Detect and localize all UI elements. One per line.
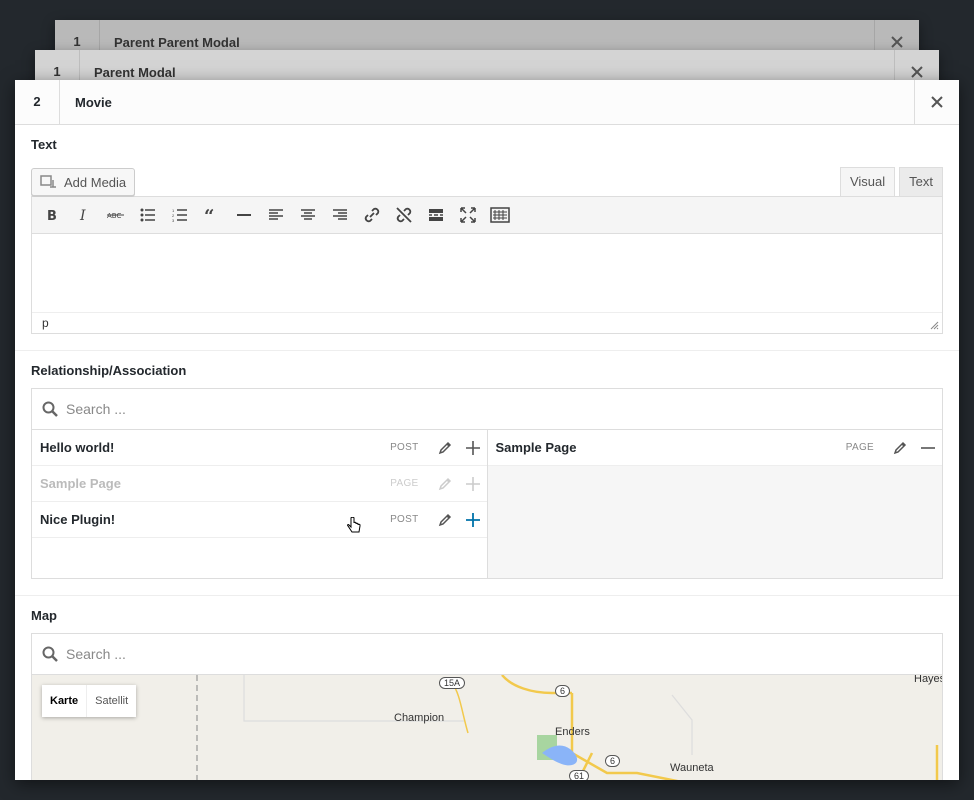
movie-modal: 2 Movie Text Add Media Visual Text B I A… — [15, 80, 959, 780]
minus-icon[interactable] — [914, 430, 942, 465]
list-item[interactable]: Nice Plugin! POST — [32, 502, 487, 538]
field-label: Relationship/Association — [31, 363, 187, 378]
route-shield: 15A — [439, 677, 466, 689]
item-type: PAGE — [390, 478, 419, 489]
map-place-label: Champion — [394, 712, 445, 724]
svg-text:I: I — [79, 208, 86, 222]
item-title: Sample Page — [40, 476, 121, 491]
svg-text:3: 3 — [172, 218, 175, 222]
pencil-icon[interactable] — [431, 502, 459, 537]
plus-icon[interactable] — [459, 430, 487, 465]
modal-title: Parent Parent Modal — [114, 34, 240, 50]
map-place-label: Enders — [555, 726, 590, 738]
item-title: Sample Page — [495, 440, 577, 455]
pencil-icon[interactable] — [886, 430, 914, 465]
item-type: POST — [390, 514, 419, 525]
numbered-list-icon[interactable]: 123 — [164, 199, 196, 231]
map-roads — [196, 675, 939, 780]
map-place-label: Hayes — [914, 675, 943, 685]
list-item: Sample Page PAGE — [32, 466, 487, 502]
modal-title: Movie — [75, 94, 112, 110]
relationship-field: Relationship/Association Search ... Hell… — [15, 351, 959, 596]
add-media-button[interactable]: Add Media — [31, 168, 136, 196]
modal-depth: 2 — [15, 80, 60, 124]
fullscreen-icon[interactable] — [452, 199, 484, 231]
item-type: PAGE — [845, 442, 874, 453]
editor-statusbar: p — [32, 312, 942, 333]
route-shield: 6 — [555, 685, 571, 697]
map-type-satellit[interactable]: Satellit — [86, 685, 136, 717]
italic-icon[interactable]: I — [68, 199, 100, 231]
svg-text:B: B — [47, 209, 57, 222]
route-shield: 61 — [569, 770, 590, 780]
close-icon[interactable] — [914, 80, 959, 124]
item-title: Nice Plugin! — [40, 512, 116, 527]
pencil-icon[interactable] — [431, 430, 459, 465]
editor-tabs: Visual Text — [839, 167, 943, 196]
search-icon — [42, 401, 58, 417]
read-more-icon[interactable] — [420, 199, 452, 231]
align-center-icon[interactable] — [292, 199, 324, 231]
item-type: POST — [390, 442, 419, 453]
blockquote-icon[interactable]: “ — [196, 199, 228, 231]
search-input[interactable]: Search ... — [66, 401, 126, 417]
selected-items: Sample Page PAGE — [486, 430, 942, 578]
field-label: Map — [31, 608, 57, 623]
search-icon — [42, 646, 58, 662]
align-right-icon[interactable] — [324, 199, 356, 231]
text-field: Text Add Media Visual Text B I ABC 123 “… — [15, 125, 959, 351]
tab-text[interactable]: Text — [899, 167, 943, 196]
bullet-list-icon[interactable] — [132, 199, 164, 231]
modal-title: Parent Modal — [94, 64, 176, 80]
hand-cursor-icon — [347, 517, 361, 533]
search-input[interactable]: Search ... — [66, 646, 126, 662]
map-place-label: Wauneta — [670, 762, 714, 774]
route-shield: 6 — [605, 755, 621, 767]
map-search[interactable]: Search ... — [31, 633, 943, 675]
map-field: Map Search ... Karte Satellit Champion E… — [15, 596, 959, 780]
plus-icon[interactable] — [459, 502, 487, 537]
svg-text:“: “ — [204, 208, 214, 222]
horizontal-line-icon[interactable] — [228, 199, 260, 231]
relationship-search[interactable]: Search ... — [31, 388, 943, 430]
modal-header: 2 Movie — [15, 80, 959, 125]
list-item[interactable]: Hello world! POST — [32, 430, 487, 466]
field-label: Text — [31, 137, 57, 152]
map-type-karte[interactable]: Karte — [42, 685, 86, 717]
toolbar-toggle-icon[interactable] — [484, 199, 516, 231]
list-item[interactable]: Sample Page PAGE — [487, 430, 942, 466]
add-media-label: Add Media — [64, 174, 127, 190]
pencil-icon — [431, 466, 459, 501]
media-icon — [40, 175, 56, 188]
svg-text:ABC: ABC — [107, 212, 121, 220]
resize-handle-icon[interactable] — [930, 321, 939, 330]
element-path[interactable]: p — [42, 316, 49, 330]
item-title: Hello world! — [40, 440, 115, 455]
align-left-icon[interactable] — [260, 199, 292, 231]
editor: B I ABC 123 “ p — [31, 196, 943, 334]
tab-visual[interactable]: Visual — [839, 167, 896, 196]
plus-icon — [459, 466, 487, 501]
bold-icon[interactable]: B — [36, 199, 68, 231]
unlink-icon[interactable] — [388, 199, 420, 231]
link-icon[interactable] — [356, 199, 388, 231]
map-type-toggle: Karte Satellit — [42, 685, 137, 717]
strikethrough-icon[interactable]: ABC — [100, 199, 132, 231]
editor-toolbar: B I ABC 123 “ — [32, 197, 942, 234]
map[interactable]: Karte Satellit Champion Enders Wauneta H… — [31, 675, 943, 780]
editor-content[interactable] — [32, 234, 942, 312]
available-items: Hello world! POST Sample Page PAGE Nice … — [32, 430, 487, 578]
